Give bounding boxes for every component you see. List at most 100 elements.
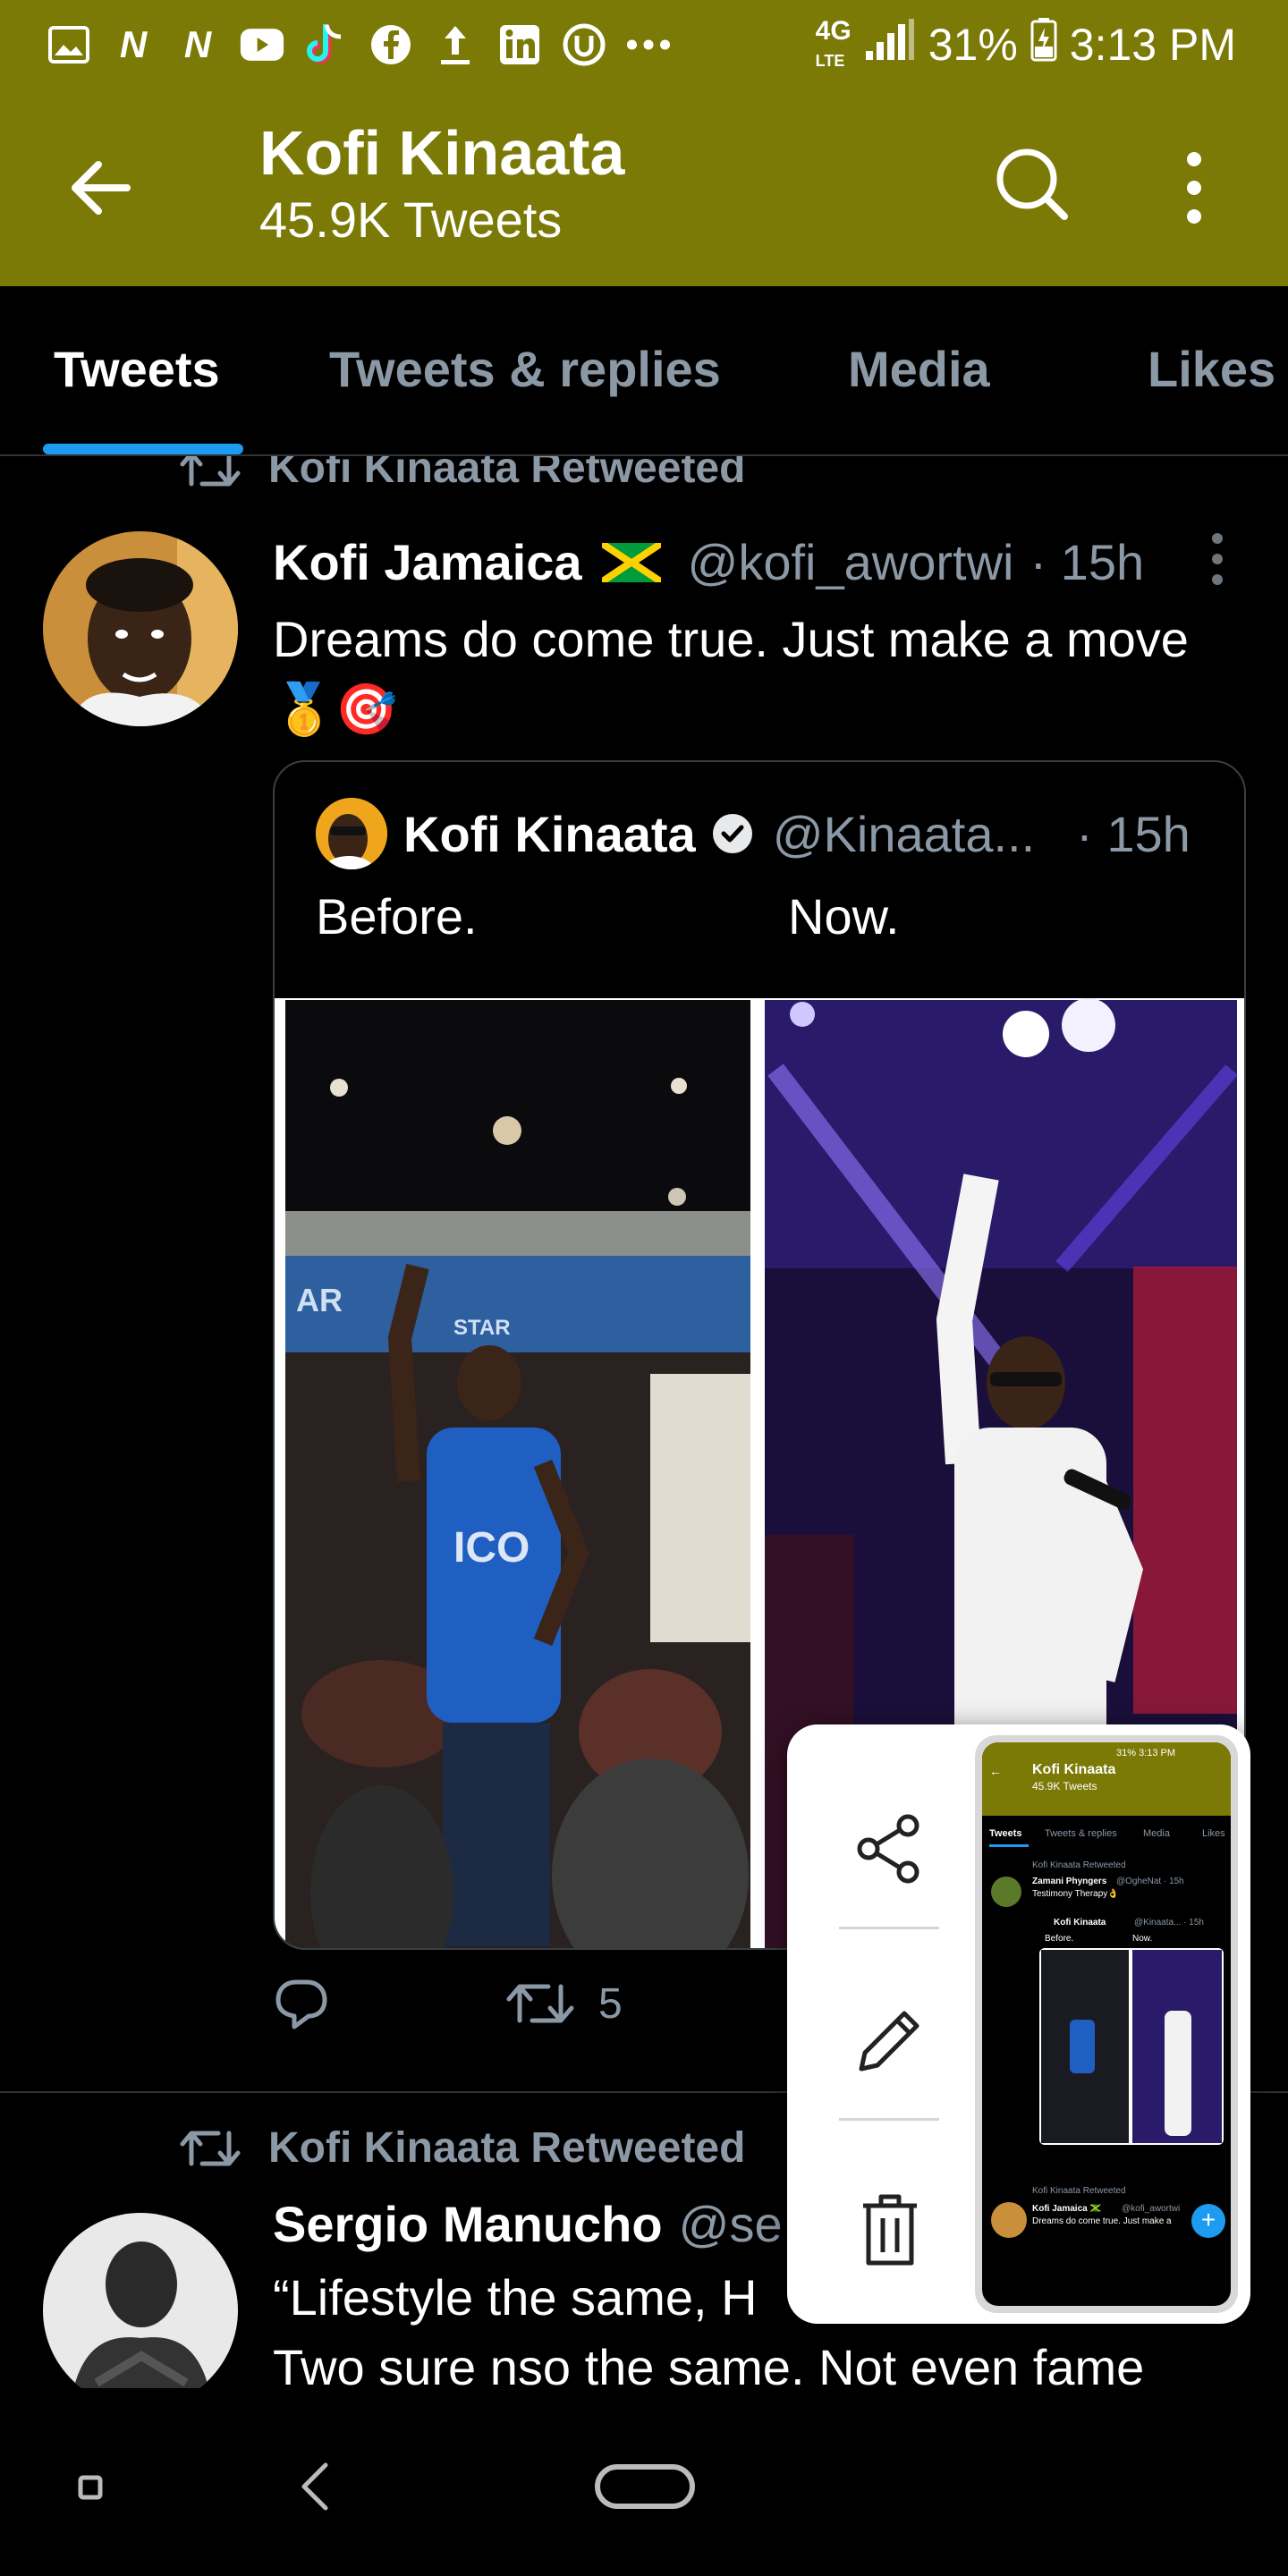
upload-icon	[433, 22, 478, 67]
vertical-dots-icon	[1187, 152, 1201, 224]
edit-screenshot-button[interactable]	[823, 1973, 957, 2107]
search-button[interactable]	[991, 143, 1072, 224]
retweet-context: Kofi Kinaata Retweeted	[179, 456, 745, 493]
recent-apps-button[interactable]	[77, 2474, 104, 2505]
quoted-author-name: Kofi Kinaata	[403, 805, 696, 862]
retweet-count: 5	[598, 1979, 623, 2028]
quoted-author-handle: @Kinaata...	[772, 805, 1036, 862]
system-status: 4G LTE 31% 3:13 PM	[816, 16, 1236, 73]
screenshot-toolbar: 31% 3:13 PM ← Kofi Kinaata 45.9K Tweets …	[787, 1724, 1250, 2324]
thumbnail-quote-media	[1039, 1948, 1224, 2145]
quoted-text-before: Before.	[316, 888, 478, 945]
quoted-text-now: Now.	[788, 888, 900, 945]
reply-button[interactable]	[273, 1977, 330, 2030]
avatar[interactable]	[43, 531, 238, 726]
quoted-avatar	[316, 798, 387, 869]
n-icon: N	[183, 23, 212, 65]
author-handle[interactable]: @kofi_awortwi	[688, 533, 1014, 591]
retweet-label: Kofi Kinaata Retweeted	[268, 2124, 746, 2172]
facebook-icon	[369, 22, 413, 67]
tab-tweets-and-replies[interactable]: Tweets & replies	[329, 340, 721, 398]
thumbnail-tweet-name: Zamani Phyngers	[1032, 1877, 1107, 1886]
tweet-text: Dreams do come true. Just make a move 🥇🎯	[273, 605, 1189, 744]
thumbnail-tweet-handle: @kofi_awortwi	[1122, 2204, 1181, 2214]
system-navigation-bar	[0, 2388, 1288, 2576]
tweet-more-button[interactable]	[1204, 528, 1231, 590]
thumbnail-avatar	[991, 2202, 1027, 2238]
retweet-context: Kofi Kinaata Retweeted	[179, 2123, 745, 2173]
retweet-button[interactable]: 5	[505, 1978, 623, 2029]
battery-icon	[1030, 17, 1057, 72]
tweet-emoji-line: 🥇🎯	[273, 681, 398, 737]
youtube-icon	[240, 22, 284, 67]
svg-text:STAR: STAR	[453, 1316, 511, 1340]
vertical-dots-icon	[1212, 533, 1223, 585]
recents-icon	[78, 2475, 103, 2500]
tab-media[interactable]: Media	[848, 340, 990, 398]
divider	[839, 2118, 939, 2121]
tweet-count: 45.9K Tweets	[259, 191, 563, 248]
network-indicator: 4G LTE	[815, 16, 852, 70]
thumbnail-compose-icon: +	[1191, 2204, 1225, 2238]
home-button[interactable]	[594, 2463, 696, 2514]
gallery-icon	[47, 22, 91, 67]
more-options-button[interactable]	[1172, 143, 1216, 233]
back-button[interactable]	[63, 152, 143, 224]
thumbnail-quote-name: Kofi Kinaata	[1054, 1918, 1106, 1928]
thumbnail-retweet-label: Kofi Kinaata Retweeted	[1032, 1860, 1126, 1870]
chevron-left-icon	[301, 2462, 328, 2511]
retweet-icon	[506, 1984, 574, 2023]
avatar[interactable]	[43, 2213, 238, 2388]
svg-text:ICO: ICO	[453, 1524, 530, 1572]
signal-icon	[864, 17, 916, 72]
search-icon	[996, 148, 1068, 220]
trash-icon	[863, 2194, 917, 2266]
thumbnail-status-time: 31% 3:13 PM	[1116, 1748, 1176, 1758]
svg-text:AR: AR	[296, 1282, 343, 1318]
thumbnail-tweet-text: Testimony Therapy👌	[1032, 1889, 1119, 1899]
tab-tweets[interactable]: Tweets	[54, 340, 220, 398]
tweet-header: Kofi Jamaica @kofi_awortwi · 15h	[273, 533, 1144, 591]
profile-header: Kofi Kinaata 45.9K Tweets	[0, 89, 1288, 286]
thumbnail-quote-now: Now.	[1132, 1934, 1153, 1944]
retweet-icon	[180, 2131, 241, 2165]
thumbnail-avatar	[991, 1877, 1021, 1907]
status-bar: N N 4G LTE 31% 3:13 PM	[0, 0, 1288, 89]
jamaica-flag-icon	[601, 542, 661, 582]
thumbnail-tweet-name: Kofi Jamaica 🇯🇲	[1032, 2204, 1101, 2214]
thumbnail-subtitle: 45.9K Tweets	[1032, 1780, 1097, 1792]
notification-icons: N N	[47, 18, 671, 72]
tab-likes[interactable]: Likes	[1148, 340, 1275, 398]
screenshot-thumbnail[interactable]: 31% 3:13 PM ← Kofi Kinaata 45.9K Tweets …	[975, 1735, 1238, 2313]
nav-back-button[interactable]	[295, 2460, 335, 2518]
thumbnail-tab-indicator	[989, 1844, 1029, 1847]
thumbnail-quote-before: Before.	[1045, 1934, 1074, 1944]
quoted-tweet-time: · 15h	[1076, 805, 1191, 862]
share-icon	[857, 1814, 919, 1884]
thumbnail-tab: Tweets	[989, 1828, 1022, 1839]
battery-level: 31%	[928, 20, 1018, 70]
more-notifications-icon	[626, 22, 671, 67]
author-name[interactable]: Kofi Jamaica	[273, 533, 582, 591]
verified-badge-icon	[712, 814, 752, 853]
thumbnail-tab: Likes	[1202, 1828, 1225, 1839]
thumbnail-header	[982, 1742, 1231, 1816]
author-handle[interactable]: @se	[679, 2195, 783, 2253]
retweet-label: Kofi Kinaata Retweeted	[268, 456, 746, 492]
delete-screenshot-button[interactable]	[823, 2163, 957, 2297]
u-icon	[562, 22, 606, 67]
thumbnail-retweet-label: Kofi Kinaata Retweeted	[1032, 2186, 1126, 2196]
top-app-bar: N N 4G LTE 31% 3:13 PM Kofi Kinaata 45.9…	[0, 0, 1288, 286]
tweet-actions: 5	[273, 1977, 623, 2030]
share-screenshot-button[interactable]	[823, 1782, 957, 1916]
thumbnail-tweet-text: Dreams do come true. Just make a	[1032, 2216, 1172, 2226]
pencil-icon	[859, 2011, 919, 2072]
thumbnail-tweet-handle: @OgheNat · 15h	[1116, 1877, 1184, 1886]
n-icon: N	[119, 23, 148, 65]
header-title-block: Kofi Kinaata 45.9K Tweets	[259, 116, 624, 250]
author-name[interactable]: Sergio Manucho	[273, 2195, 663, 2253]
thumbnail-tab: Media	[1143, 1828, 1170, 1839]
linkedin-icon	[497, 22, 542, 67]
quoted-tweet-header: Kofi Kinaata @Kinaata... · 15h	[316, 798, 1191, 869]
tweet-header: Sergio Manucho @se	[273, 2195, 783, 2253]
